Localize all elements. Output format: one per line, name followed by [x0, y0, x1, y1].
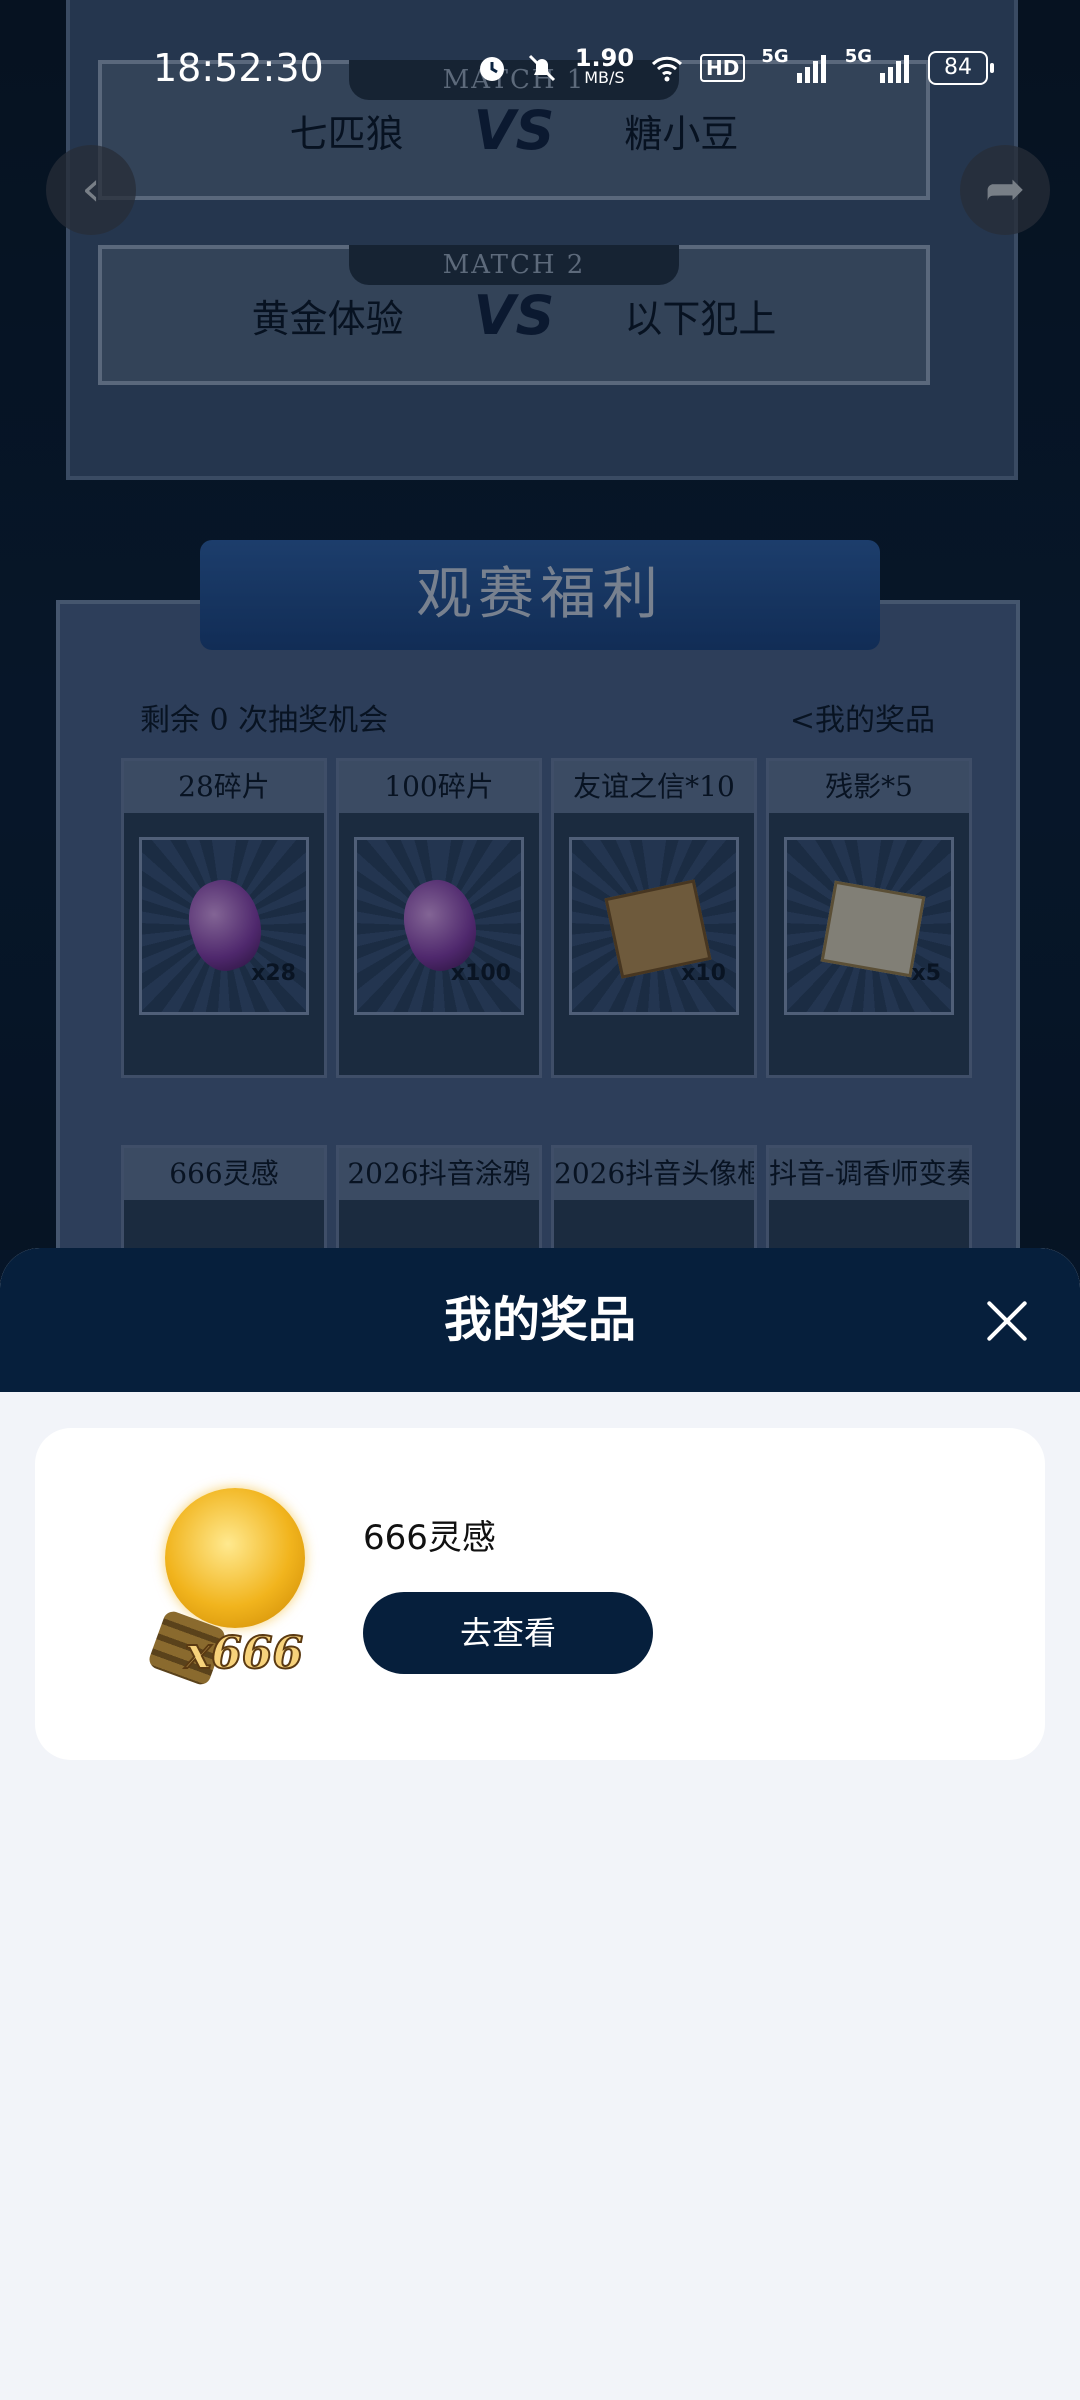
status-time: 18:52:30	[153, 46, 324, 90]
battery-icon: 84	[928, 51, 994, 85]
speed-value: 1.90	[574, 44, 635, 72]
status-icons: 1.90 MB/S HD 5G 5G 84	[475, 44, 994, 88]
view-prize-button[interactable]: 去查看	[363, 1592, 653, 1674]
wifi-icon	[651, 56, 683, 82]
sheet-title: 我的奖品	[443, 1292, 636, 1348]
close-icon[interactable]	[984, 1298, 1030, 1344]
network-speed: 1.90 MB/S	[574, 44, 635, 88]
sheet-header: 我的奖品	[0, 1248, 1080, 1392]
alarm-icon	[479, 57, 504, 81]
speed-unit: MB/S	[584, 68, 625, 87]
overlay-dim[interactable]	[0, 0, 1080, 1250]
prize-name: 666灵感	[363, 1518, 496, 1558]
signal-icon	[880, 55, 909, 83]
bulb-glass	[165, 1488, 305, 1628]
lightbulb-icon: x666	[125, 1488, 325, 1698]
prize-image-qty: x666	[184, 1627, 304, 1680]
my-prizes-sheet: 我的奖品 x666 666灵感 去查看	[0, 1248, 1080, 2400]
status-bar: 18:52:30 1.90 MB/S HD 5G 5G 84	[0, 0, 1080, 145]
hd-icon: HD	[700, 54, 746, 82]
mute-bell-icon	[528, 54, 555, 82]
network-type-2: 5G	[844, 45, 872, 67]
background-page: MATCH 1 七匹狼 VS 糖小豆 MATCH 2 黄金体验 VS 以下犯上 …	[0, 0, 1080, 1250]
prize-card: x666 666灵感 去查看	[35, 1428, 1045, 1760]
network-type-1: 5G	[761, 45, 789, 67]
signal-icon	[796, 55, 826, 83]
